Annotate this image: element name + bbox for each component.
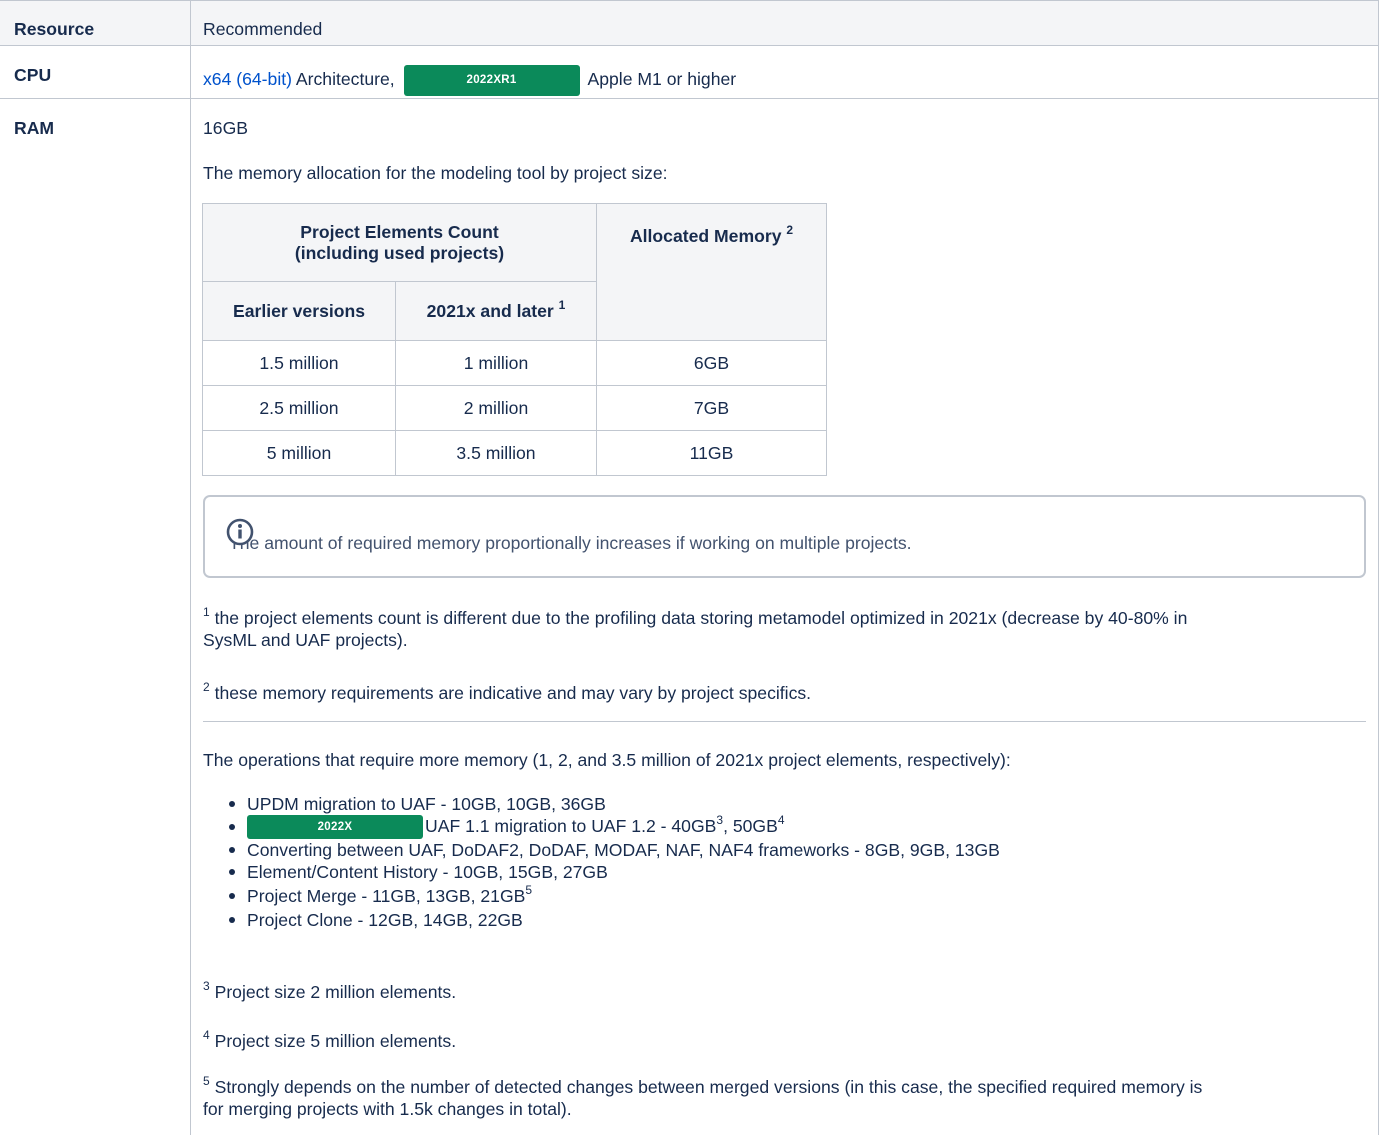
table-row: 2.5 million 2 million 7GB <box>202 385 827 431</box>
bullet-icon <box>229 869 235 875</box>
cell-memory: 7GB <box>596 385 827 431</box>
cell-later: 1 million <box>395 340 597 386</box>
arch-text: Architecture, <box>295 69 395 90</box>
bullet-icon <box>229 893 235 899</box>
footnote-2-sup: 2 <box>203 680 210 695</box>
table-row-cpu: CPU x64 (64-bit) Architecture, 2022XR1 A… <box>0 46 1379 99</box>
col-later-sup: 1 <box>558 297 566 312</box>
info-panel: The amount of required memory proportion… <box>203 495 1366 578</box>
cell-memory: 6GB <box>596 340 827 386</box>
list-item: Converting between UAF, DoDAF2, DoDAF, M… <box>229 839 1000 861</box>
cell-earlier: 5 million <box>202 430 396 476</box>
footnote-5: 5 Strongly depends on the number of dete… <box>203 1074 1338 1120</box>
list-item: Project Merge - 11GB, 13GB, 21GB5 <box>229 883 1000 907</box>
info-text: The amount of required memory proportion… <box>229 533 912 553</box>
list-item-text: UAF 1.1 migration to UAF 1.2 - 40GB <box>425 816 717 836</box>
list-item-text: Project Clone - 12GB, 14GB, 22GB <box>247 910 523 930</box>
requirements-table: Resource Recommended CPU x64 (64-bit) Ar… <box>0 0 1379 1135</box>
operations-list: UPDM migration to UAF - 10GB, 10GB, 36GB… <box>203 793 1000 931</box>
group-header-line2: (including used projects) <box>294 242 505 263</box>
footnote-1-sup: 1 <box>203 605 210 620</box>
list-item: UPDM migration to UAF - 10GB, 10GB, 36GB <box>229 793 1000 815</box>
col-earlier-header: Earlier versions <box>202 281 396 341</box>
list-item-text: Project Merge - 11GB, 13GB, 21GB <box>247 886 526 906</box>
alloc-header-text: Allocated Memory <box>629 226 782 246</box>
list-item-text-mid: , 50GB <box>723 816 778 836</box>
footnote-4-text: Project size 5 million elements. <box>214 1031 457 1051</box>
footnote-1-line2: SysML and UAF projects). <box>203 630 408 650</box>
footnote-3-text: Project size 2 million elements. <box>214 982 457 1002</box>
divider <box>203 721 1366 722</box>
bullet-icon <box>229 801 235 807</box>
bullet-icon <box>229 917 235 923</box>
list-item-text: Converting between UAF, DoDAF2, DoDAF, M… <box>247 840 1000 860</box>
version-badge-2022xr1: 2022XR1 <box>403 65 580 96</box>
table-row: 1.5 million 1 million 6GB <box>202 340 827 386</box>
apple-text: Apple M1 or higher <box>587 69 737 90</box>
footnote-5-sup: 5 <box>203 1074 210 1089</box>
list-item: 2022X UAF 1.1 migration to UAF 1.2 - 40GB… <box>229 813 1000 840</box>
footnote-5-line1: Strongly depends on the number of detect… <box>214 1077 1203 1097</box>
ops-intro: The operations that require more memory … <box>203 750 1011 770</box>
group-header: Project Elements Count (including used p… <box>202 203 597 282</box>
info-icon <box>226 518 254 546</box>
cpu-value: x64 (64-bit) Architecture, 2022XR1 Apple… <box>203 65 736 96</box>
alloc-sup: 2 <box>786 223 794 238</box>
ram-intro: The memory allocation for the modeling t… <box>203 163 668 183</box>
table-row: 5 million 3.5 million 11GB <box>202 430 827 476</box>
footnote-2-text: these memory requirements are indicative… <box>214 683 812 703</box>
ram-label: RAM <box>14 118 55 138</box>
list-item-text: UPDM migration to UAF - 10GB, 10GB, 36GB <box>247 794 606 814</box>
version-badge-2022x: 2022X <box>247 815 423 840</box>
footnote-4-sup: 4 <box>203 1028 210 1043</box>
group-header-line1: Project Elements Count <box>300 221 499 242</box>
col-later-text: 2021x and later <box>426 300 554 321</box>
cpu-label: CPU <box>14 65 52 85</box>
sup-5: 5 <box>525 883 533 898</box>
cell-earlier: 2.5 million <box>202 385 396 431</box>
cell-later: 2 million <box>395 385 597 431</box>
sup-4: 4 <box>777 813 785 828</box>
footnote-3: 3 Project size 2 million elements. <box>203 979 457 1003</box>
list-item: Element/Content History - 10GB, 15GB, 27… <box>229 861 1000 883</box>
footnote-5-line2: for merging projects with 1.5k changes i… <box>203 1099 572 1119</box>
footnote-2: 2 these memory requirements are indicati… <box>203 680 812 704</box>
col-later-header: 2021x and later 1 <box>395 281 597 341</box>
arch-link[interactable]: x64 (64-bit) <box>203 69 292 89</box>
cell-memory: 11GB <box>596 430 827 476</box>
ram-size: 16GB <box>203 118 248 138</box>
bullet-icon <box>229 824 235 830</box>
header-recommended: Recommended <box>203 19 323 39</box>
cell-earlier: 1.5 million <box>202 340 396 386</box>
list-item-text: Element/Content History - 10GB, 15GB, 27… <box>247 862 608 882</box>
column-divider <box>190 0 191 1135</box>
list-item: Project Clone - 12GB, 14GB, 22GB <box>229 909 1000 931</box>
footnote-1: 1 the project elements count is differen… <box>203 605 1338 651</box>
cell-later: 3.5 million <box>395 430 597 476</box>
sup-3: 3 <box>716 813 724 828</box>
table-header-row: Resource Recommended <box>0 0 1379 46</box>
footnote-1-line1: the project elements count is different … <box>214 608 1188 628</box>
footnote-3-sup: 3 <box>203 979 210 994</box>
alloc-header: Allocated Memory 2 <box>596 203 827 341</box>
header-resource: Resource <box>14 19 95 39</box>
memory-allocation-table: Project Elements Count (including used p… <box>202 203 827 476</box>
bullet-icon <box>229 847 235 853</box>
footnote-4: 4 Project size 5 million elements. <box>203 1028 457 1052</box>
